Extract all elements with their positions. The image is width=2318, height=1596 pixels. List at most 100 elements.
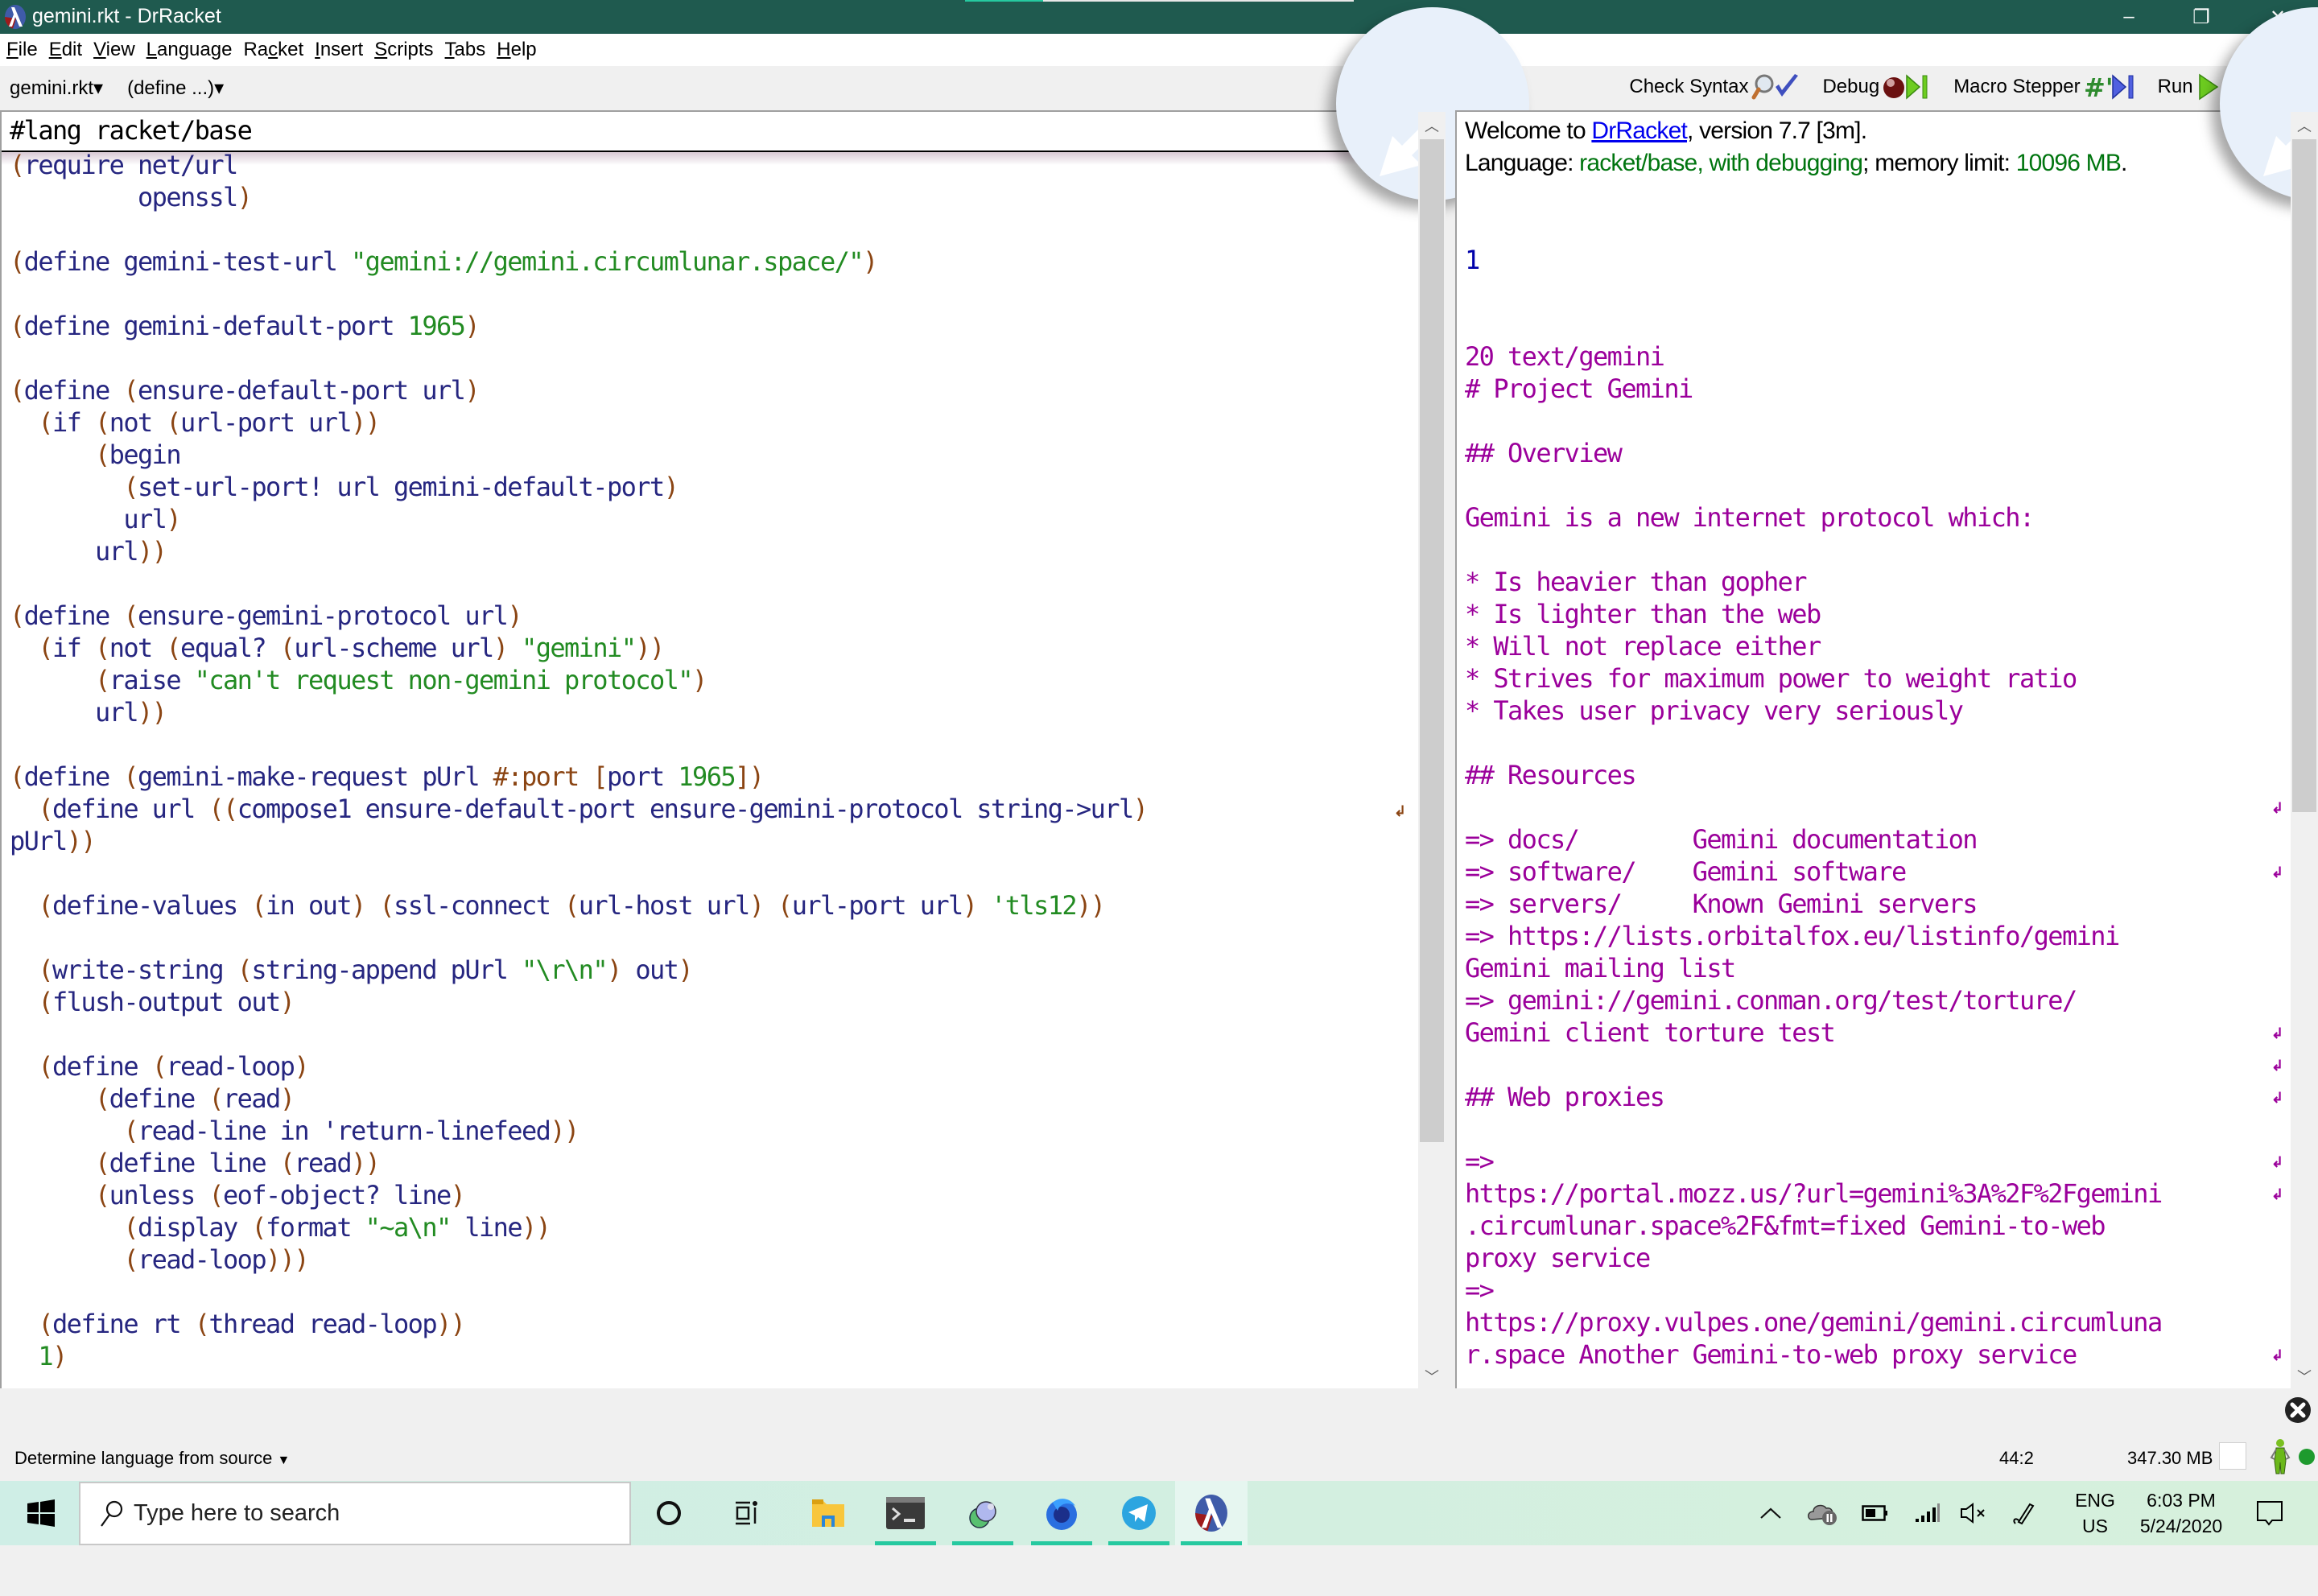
- file-explorer-button[interactable]: [792, 1481, 864, 1545]
- output-line: => servers/ Known Gemini servers: [1465, 889, 1978, 919]
- definitions-editor[interactable]: #lang racket/base (require net/url opens…: [0, 7, 1529, 1390]
- menu-racket[interactable]: Racket: [243, 39, 303, 61]
- firefox-button[interactable]: [1025, 1481, 1098, 1545]
- output-line: => software/ Gemini software: [1465, 856, 1907, 887]
- clock-date: 5/24/2020: [2139, 1516, 2223, 1536]
- output-line: https://proxy.vulpes.one/gemini/gemini.c…: [1465, 1307, 2163, 1338]
- scroll-up-icon[interactable]: ︿: [1418, 112, 1446, 139]
- battery-tray[interactable]: [1855, 1481, 1895, 1545]
- menu-language[interactable]: Language: [146, 39, 233, 61]
- code-body[interactable]: (require net/url openssl) (define gemini…: [10, 149, 1149, 1372]
- output-line: => gemini://gemini.conman.org/test/tortu…: [1465, 985, 2077, 1016]
- menu-scripts[interactable]: Scripts: [374, 39, 433, 61]
- onedrive-tray[interactable]: [1803, 1481, 1843, 1545]
- output-line: * Is lighter than the web: [1465, 599, 1821, 629]
- menu-edit[interactable]: Edit: [49, 39, 82, 61]
- code-line: (define url ((compose1 ensure-default-po…: [38, 794, 1149, 824]
- language-selector[interactable]: Determine language from source ▼: [14, 1448, 290, 1469]
- debug-button[interactable]: Debug: [1822, 72, 1932, 101]
- minimize-button[interactable]: –: [2093, 0, 2165, 34]
- search-placeholder: Type here to search: [134, 1500, 340, 1526]
- drracket-link[interactable]: DrRacket: [1591, 118, 1687, 144]
- run-button[interactable]: Run: [2158, 72, 2221, 101]
- code-line: (define (ensure-gemini-protocol url): [10, 600, 523, 631]
- pen-tray[interactable]: [2004, 1481, 2044, 1545]
- code-line: openssl): [10, 182, 253, 212]
- define-popup-menu[interactable]: (define ...)▾: [127, 76, 224, 100]
- volume-tray[interactable]: [1954, 1481, 1994, 1545]
- code-line: (define (read-loop): [38, 1051, 309, 1082]
- run-play-icon: [2198, 73, 2218, 101]
- network-tray[interactable]: [1908, 1481, 1948, 1545]
- task-view-button[interactable]: [710, 1481, 782, 1545]
- clock-time: 6:03 PM: [2147, 1490, 2216, 1511]
- repl-output[interactable]: 1 20 text/gemini # Project Gemini ## Over…: [1465, 179, 2163, 1596]
- terminal-button[interactable]: [869, 1481, 942, 1545]
- telegram-button[interactable]: [1103, 1481, 1175, 1545]
- code-line: (define gemini-test-url "gemini://gemini…: [10, 246, 878, 277]
- repl-scrollbar[interactable]: ︿ ﹀: [2291, 112, 2318, 1390]
- running-indicator: [952, 1541, 1013, 1545]
- drracket-taskbar-button[interactable]: [1175, 1481, 1248, 1545]
- signal-bars-icon: [1916, 1503, 1940, 1522]
- scroll-down-icon[interactable]: ﹀: [1418, 1363, 1446, 1390]
- repl-scroll-thumb[interactable]: [2292, 139, 2316, 812]
- code-line: (raise "can't request non-gemini protoco…: [95, 665, 707, 695]
- macro-stepper-label: Macro Stepper: [1953, 76, 2081, 97]
- menu-insert[interactable]: Insert: [315, 39, 363, 61]
- code-line: url): [10, 504, 181, 534]
- dropdown-triangle-icon: ▼: [277, 1454, 291, 1467]
- close-error-icon[interactable]: [2284, 1396, 2312, 1424]
- toolbar: gemini.rkt▾ (define ...)▾ Check Syntax D…: [0, 66, 2318, 110]
- menu-view[interactable]: View: [93, 39, 135, 61]
- clock[interactable]: 6:03 PM 5/24/2020: [2129, 1481, 2233, 1545]
- action-center-button[interactable]: [2246, 1481, 2294, 1545]
- show-hidden-icons-button[interactable]: [1753, 1481, 1788, 1545]
- title-progress-track: [965, 0, 1354, 2]
- menu-help[interactable]: Help: [497, 39, 536, 61]
- file-explorer-icon: [812, 1499, 844, 1527]
- editor-scrollbar[interactable]: ︿ ﹀: [1418, 112, 1446, 1390]
- pen-icon: [2013, 1503, 2035, 1525]
- interactions-pane[interactable]: Welcome to DrRacket, version 7.7 [3m]. L…: [1455, 7, 2318, 1531]
- macro-stepper-button[interactable]: Macro Stepper #': [1953, 72, 2136, 101]
- output-line: * Is heavier than gopher: [1465, 567, 1808, 597]
- repl-scroll-up-icon[interactable]: ︿: [2291, 112, 2318, 139]
- menu-tabs[interactable]: Tabs: [445, 39, 486, 61]
- code-line: (unless (eof-object? line): [95, 1180, 466, 1210]
- battery-icon: [1862, 1505, 1887, 1521]
- output-line: ## Resources: [1465, 760, 1637, 790]
- code-line: 1): [38, 1341, 68, 1371]
- language-line: Language: racket/base, with debugging; m…: [1465, 147, 2127, 179]
- editor-scroll-thumb[interactable]: [1420, 139, 1444, 1143]
- volume-muted-icon: [1961, 1503, 1985, 1524]
- code-line: (define (read): [95, 1083, 295, 1114]
- taskbar-search-box[interactable]: Type here to search: [79, 1482, 631, 1545]
- line-wrap-icon: ↲: [2271, 1154, 2284, 1170]
- repl-scroll-down-icon[interactable]: ﹀: [2291, 1363, 2318, 1390]
- start-button[interactable]: [3, 1481, 79, 1545]
- code-line: (flush-output out): [38, 987, 295, 1017]
- input-language[interactable]: ENG US: [2067, 1481, 2123, 1545]
- task-view-icon: [736, 1501, 757, 1525]
- language-end: .: [2121, 150, 2127, 176]
- code-line: (set-url-port! url gemini-default-port): [123, 472, 679, 502]
- snail-app-button[interactable]: [947, 1481, 1019, 1545]
- check-syntax-button[interactable]: Check Syntax: [1629, 72, 1801, 101]
- cortana-button[interactable]: [633, 1481, 705, 1545]
- file-definitions-menu[interactable]: gemini.rkt▾: [10, 76, 103, 100]
- debug-label: Debug: [1822, 76, 1880, 97]
- line-wrap-icon: ↲: [2271, 1058, 2284, 1074]
- output-line: proxy service: [1465, 1243, 1651, 1273]
- memory-usage[interactable]: 347.30 MB: [2127, 1448, 2213, 1469]
- output-line: https://portal.mozz.us/?url=gemini%3A%2F…: [1465, 1178, 2163, 1209]
- title-bar: gemini.rkt - DrRacket – ❐ ✕: [0, 0, 2318, 34]
- menu-file[interactable]: File: [6, 39, 38, 61]
